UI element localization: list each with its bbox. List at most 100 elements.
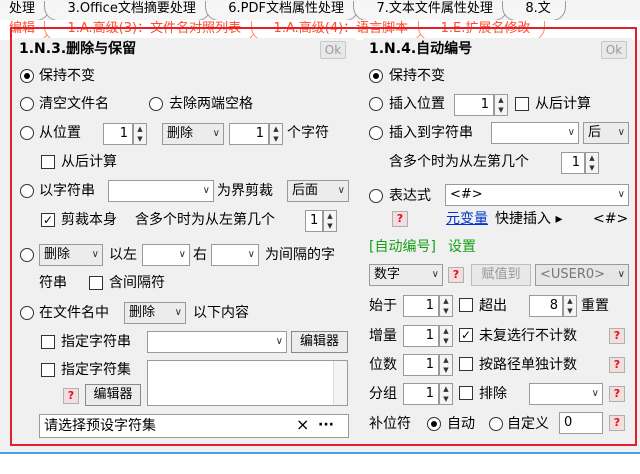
specify-string-label: 指定字符串 (61, 334, 131, 350)
step-spinner[interactable]: ▲ ▼ (439, 325, 453, 347)
specify-string-checkbox[interactable] (41, 335, 55, 349)
specify-set-label: 指定字符集 (61, 362, 131, 378)
char-count-input[interactable]: 1 (229, 123, 269, 145)
from-position-radio[interactable] (20, 126, 34, 140)
digits-spinner[interactable]: ▲ ▼ (439, 354, 453, 376)
pad-label: 补位符 (369, 416, 411, 432)
specify-string-select[interactable]: ∨ (147, 331, 287, 353)
multi-nth-input[interactable]: 1 (305, 210, 323, 232)
skip-unchecked-checkbox[interactable]: ✓ (459, 328, 473, 342)
start-input[interactable]: 1 (403, 295, 439, 317)
step-input[interactable]: 1 (403, 325, 439, 347)
group-spinner[interactable]: ▲ ▼ (439, 383, 453, 405)
step-label: 增量 (369, 328, 397, 344)
assign-to-button[interactable]: 赋值到 (471, 264, 531, 286)
chevron-down-icon: ∨ (212, 128, 220, 139)
help-icon[interactable]: ? (392, 211, 408, 227)
include-delim-checkbox[interactable] (89, 276, 103, 290)
exclude-select[interactable]: ∨ (529, 383, 603, 405)
pad-auto-radio[interactable] (427, 417, 441, 431)
keep-radio[interactable] (20, 69, 34, 83)
multi-nth-input[interactable]: 1 (561, 152, 585, 174)
number-type-select[interactable]: 数字 ∨ (369, 264, 443, 286)
help-icon[interactable]: ? (609, 328, 625, 344)
multi-nth-spinner[interactable]: ▲ ▼ (323, 210, 337, 232)
from-end-checkbox[interactable] (41, 155, 55, 169)
per-path-checkbox[interactable] (459, 357, 473, 371)
tab-office-summary[interactable]: 3.Office文档摘要处理 (44, 1, 211, 20)
more-icon[interactable]: ··· (318, 416, 334, 434)
insert-from-end-label: 从后计算 (535, 96, 591, 112)
from-position-input[interactable]: 1 (103, 123, 133, 145)
exceed-input[interactable]: 8 (529, 295, 563, 317)
from-position-mode-select[interactable]: 删除 ∨ (162, 123, 224, 145)
chevron-down-icon: ∨ (337, 185, 345, 196)
expression-select[interactable]: <#> ∨ (445, 184, 629, 206)
clear-icon[interactable]: × (296, 416, 309, 434)
trim-spaces-radio[interactable] (149, 97, 163, 111)
char-count-spinner[interactable]: ▲ ▼ (269, 123, 283, 145)
insert-side-select[interactable]: 后 ∨ (583, 122, 629, 144)
insert-string-radio[interactable] (369, 126, 383, 140)
char-set-textarea[interactable] (147, 360, 348, 406)
help-icon[interactable]: ? (609, 357, 625, 373)
ok-button[interactable]: Ok (320, 41, 346, 59)
clear-name-radio[interactable] (20, 97, 34, 111)
ok-button[interactable]: Ok (601, 41, 627, 59)
keep-radio[interactable] (369, 69, 383, 83)
cut-self-checkbox[interactable]: ✓ (41, 213, 55, 227)
insert-position-input[interactable]: 1 (454, 94, 494, 116)
expression-radio[interactable] (369, 189, 383, 203)
in-name-mode-select[interactable]: 删除 ∨ (124, 302, 186, 324)
exceed-checkbox[interactable] (459, 298, 473, 312)
group-input[interactable]: 1 (403, 383, 439, 405)
chevron-down-icon: ∨ (247, 249, 255, 260)
expression-label: 表达式 (389, 188, 431, 204)
cut-side-select[interactable]: 后面 ∨ (287, 180, 349, 202)
multi-nth-spinner[interactable]: ▲ ▼ (585, 152, 599, 174)
exceed-spinner[interactable]: ▲ ▼ (563, 295, 577, 317)
scrollbar[interactable] (333, 361, 347, 405)
right-delim-select[interactable]: ∨ (211, 244, 259, 266)
insert-position-radio[interactable] (369, 97, 383, 111)
set-editor-button[interactable]: 编辑器 (85, 384, 141, 406)
chevron-down-icon: ∨ (617, 269, 625, 280)
cut-self-label: 剪裁本身 (61, 212, 117, 228)
tab-text-props[interactable]: 7.文本文件属性处理 (353, 1, 508, 20)
help-icon[interactable]: ? (609, 415, 625, 431)
insert-string-select[interactable]: ∨ (491, 122, 579, 144)
by-string-radio[interactable] (20, 184, 34, 198)
by-string-select[interactable]: ∨ (108, 180, 214, 202)
help-icon[interactable]: ? (609, 386, 625, 402)
specify-set-checkbox[interactable] (41, 363, 55, 377)
from-position-spinner[interactable]: ▲ ▼ (133, 123, 147, 145)
trim-spaces-label: 去除两端空格 (169, 96, 253, 112)
tab-more[interactable]: 8.文 (502, 1, 566, 20)
keep-label: 保持不变 (39, 68, 95, 84)
pad-char-input[interactable]: 0 (559, 412, 603, 434)
chevron-down-icon: ∨ (275, 336, 283, 347)
skip-unchecked-label: 未复选行不计数 (479, 328, 577, 344)
help-icon[interactable]: ? (63, 388, 79, 404)
multi-nth-label: 含多个时为从左第几个 (389, 154, 529, 170)
editor-button[interactable]: 编辑器 (291, 331, 348, 353)
assign-target-select[interactable]: <USER0> ∨ (535, 264, 629, 286)
tab-process[interactable]: 处理 (0, 1, 51, 20)
pad-custom-radio[interactable] (489, 417, 503, 431)
meta-variable-link[interactable]: 元变量 (446, 210, 488, 228)
digits-input[interactable]: 1 (403, 354, 439, 376)
panel-title: 1.N.4.自动编号 (369, 41, 473, 57)
exclude-checkbox[interactable] (459, 386, 473, 400)
delimited-mode-select[interactable]: 删除 ∨ (39, 244, 103, 266)
tab-pdf-props[interactable]: 6.PDF文档属性处理 (205, 1, 360, 20)
start-spinner[interactable]: ▲ ▼ (439, 295, 453, 317)
keep-label: 保持不变 (389, 68, 445, 84)
insert-position-spinner[interactable]: ▲ ▼ (494, 94, 508, 116)
help-icon[interactable]: ? (448, 267, 464, 283)
in-name-radio[interactable] (20, 306, 34, 320)
delimited-radio[interactable] (20, 248, 34, 262)
quick-insert-token[interactable]: <#> (593, 210, 628, 228)
quick-insert-menu[interactable]: 快捷插入 ▸ (495, 210, 562, 228)
left-delim-select[interactable]: ∨ (142, 244, 190, 266)
insert-from-end-checkbox[interactable] (515, 97, 529, 111)
